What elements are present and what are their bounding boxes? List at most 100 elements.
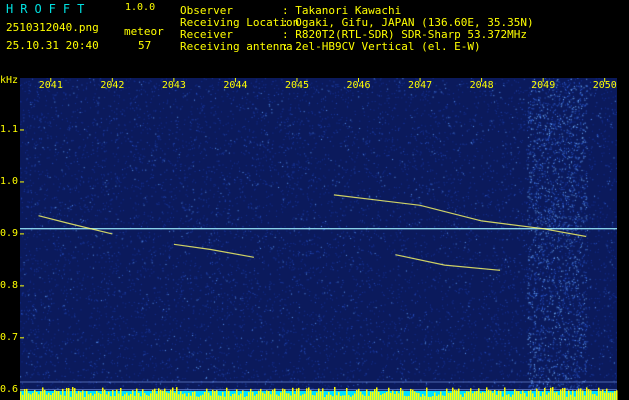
level-spike <box>22 394 24 400</box>
level-spike <box>488 390 490 400</box>
level-spike <box>598 387 600 400</box>
level-spike <box>74 388 76 400</box>
y-tick-label: 0.7 <box>0 331 19 343</box>
level-spike <box>50 394 52 400</box>
level-spike <box>320 391 322 400</box>
level-spike <box>532 393 534 400</box>
level-spike <box>172 387 174 400</box>
level-spike <box>512 394 514 400</box>
level-spike <box>292 387 294 400</box>
level-spike <box>40 391 42 400</box>
level-spike <box>168 393 170 400</box>
level-spike <box>440 391 442 400</box>
level-spike <box>56 391 58 400</box>
level-spike <box>256 394 258 400</box>
level-spike <box>260 388 262 400</box>
level-spike <box>364 395 366 400</box>
level-spike <box>60 394 62 400</box>
level-spike <box>146 395 148 400</box>
level-spike <box>202 394 204 400</box>
level-spike <box>402 390 404 400</box>
level-spike <box>170 389 172 400</box>
level-spike <box>564 388 566 400</box>
level-spike <box>124 394 126 400</box>
x-tick-label: 2043 <box>161 80 186 91</box>
level-spike <box>110 396 112 400</box>
level-spike <box>266 390 268 400</box>
level-spike <box>206 388 208 400</box>
level-spike <box>178 394 180 400</box>
level-spike <box>200 395 202 400</box>
level-spike <box>572 390 574 400</box>
level-spike <box>28 393 30 400</box>
level-spike <box>306 388 308 400</box>
level-spike <box>414 391 416 400</box>
level-spike <box>466 391 468 400</box>
level-spike <box>570 394 572 400</box>
level-spike <box>308 387 310 400</box>
level-spike <box>352 395 354 400</box>
level-spike <box>216 390 218 400</box>
level-spike <box>236 389 238 400</box>
level-spike <box>550 387 552 400</box>
y-tick-label: 1.0 <box>0 175 19 187</box>
level-spike <box>294 393 296 400</box>
level-spike <box>416 392 418 400</box>
level-spike <box>514 389 516 400</box>
level-spike <box>142 389 144 400</box>
level-spike <box>366 389 368 400</box>
level-spike <box>242 390 244 400</box>
level-spike <box>354 393 356 400</box>
level-spike <box>358 388 360 400</box>
level-spike <box>614 391 616 400</box>
level-spike <box>332 396 334 400</box>
level-spike <box>54 390 56 400</box>
level-spike <box>518 391 520 400</box>
level-spike <box>102 387 104 400</box>
level-spike <box>302 394 304 400</box>
level-spike <box>434 392 436 400</box>
level-spike <box>438 394 440 400</box>
level-spike <box>100 393 102 400</box>
level-spike <box>516 390 518 400</box>
level-spike <box>330 394 332 400</box>
level-spike <box>384 393 386 400</box>
level-spike <box>276 394 278 400</box>
level-spike <box>576 390 578 400</box>
level-spike <box>482 391 484 400</box>
x-tick-label: 2044 <box>223 80 248 91</box>
level-spike <box>218 395 220 400</box>
level-spike <box>166 392 168 400</box>
level-spike <box>548 392 550 400</box>
level-spike <box>540 396 542 400</box>
level-spike <box>530 390 532 400</box>
level-spike <box>78 390 80 400</box>
level-spike <box>138 392 140 400</box>
level-spike <box>538 390 540 400</box>
meteor-trace-3 <box>395 254 501 271</box>
level-spike <box>554 392 556 400</box>
level-spike <box>304 393 306 400</box>
level-spike <box>506 394 508 400</box>
x-tick-label: 2041 <box>38 80 63 91</box>
level-spike <box>612 392 614 400</box>
y-tick-label: 0.6 <box>0 383 19 395</box>
level-spike <box>310 390 312 400</box>
level-spike <box>264 393 266 400</box>
level-spike <box>66 387 68 400</box>
level-spike <box>392 390 394 400</box>
level-spike <box>152 389 154 400</box>
level-spike <box>176 387 178 400</box>
level-spike <box>48 392 50 400</box>
level-spike <box>484 392 486 400</box>
level-spike <box>204 391 206 400</box>
level-spike <box>408 395 410 400</box>
level-spike <box>378 391 380 400</box>
level-spike <box>246 396 248 400</box>
level-spike <box>568 390 570 400</box>
level-spike <box>338 392 340 400</box>
level-spike <box>584 395 586 400</box>
level-spike <box>88 394 90 400</box>
level-spike <box>58 391 60 400</box>
level-spike <box>374 389 376 400</box>
